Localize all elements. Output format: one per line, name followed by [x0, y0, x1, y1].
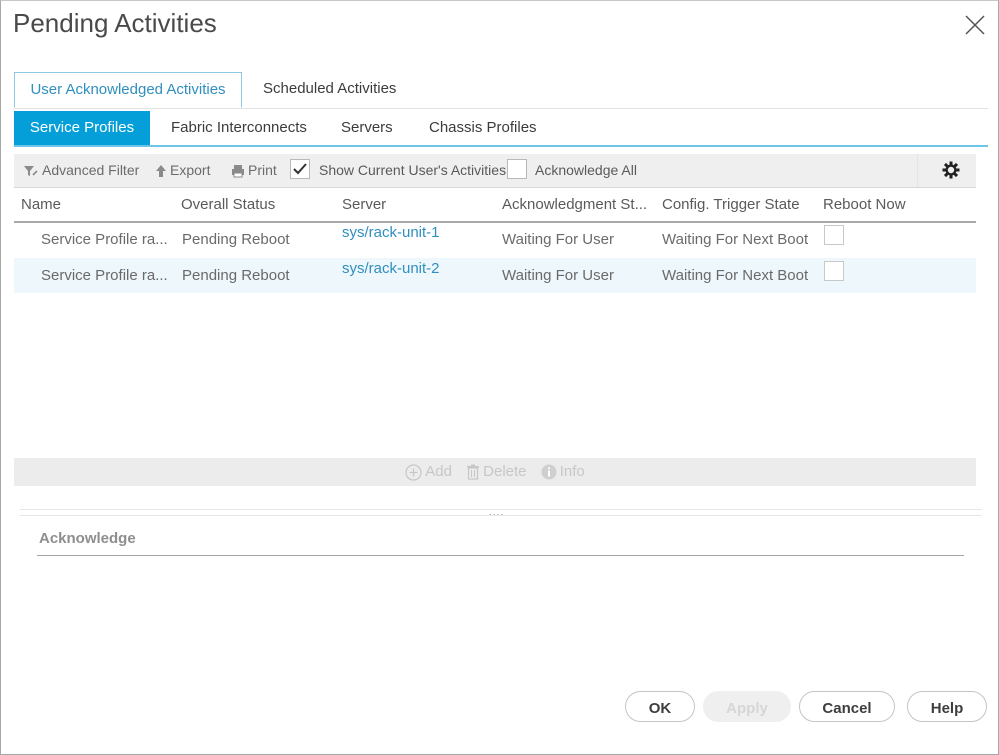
table-toolbar: Advanced Filter Export Print Show Curren…: [14, 154, 976, 188]
help-button[interactable]: Help: [907, 691, 987, 722]
column-header-config-trigger-state[interactable]: Config. Trigger State: [662, 188, 800, 221]
pending-activities-dialog: Pending Activities User Acknowledged Act…: [0, 0, 999, 755]
cell-name: Service Profile ra...: [41, 267, 168, 284]
column-header-acknowledgment-state[interactable]: Acknowledgment St...: [502, 188, 647, 221]
delete-label: Delete: [483, 463, 527, 480]
splitter-divider: [20, 515, 982, 516]
print-icon: [232, 165, 244, 178]
toolbar-divider: [917, 154, 918, 187]
column-header-reboot-now[interactable]: Reboot Now: [823, 188, 906, 221]
table-row[interactable]: Service Profile ra... Pending Reboot sys…: [14, 222, 976, 257]
column-header-name[interactable]: Name: [21, 188, 61, 221]
cancel-button[interactable]: Cancel: [799, 691, 895, 722]
advanced-filter-button[interactable]: Advanced Filter: [23, 154, 139, 187]
show-current-user-label: Show Current User's Activities: [319, 162, 507, 178]
cell-config-trigger: Waiting For Next Boot: [662, 267, 809, 284]
tab-chassis-profiles[interactable]: Chassis Profiles: [429, 111, 537, 145]
filter-icon: [24, 166, 38, 177]
outer-tab-bar: User Acknowledged Activities Scheduled A…: [14, 72, 988, 109]
print-label: Print: [248, 162, 277, 178]
acknowledge-section-label: Acknowledge: [39, 530, 136, 547]
acknowledge-all-checkbox[interactable]: [507, 159, 527, 179]
info-label: Info: [559, 463, 585, 480]
show-current-user-checkbox[interactable]: [290, 159, 310, 179]
acknowledge-all-label: Acknowledge All: [535, 162, 637, 178]
export-button[interactable]: Export: [155, 154, 210, 187]
table-row[interactable]: Service Profile ra... Pending Reboot sys…: [14, 258, 976, 293]
export-icon: [156, 165, 166, 178]
print-button[interactable]: Print: [231, 154, 277, 187]
info-button[interactable]: Info: [541, 458, 585, 486]
apply-button[interactable]: Apply: [703, 691, 791, 722]
tab-servers[interactable]: Servers: [341, 111, 393, 145]
info-icon: [541, 464, 557, 480]
close-button[interactable]: [963, 13, 987, 37]
add-button[interactable]: Add: [405, 458, 452, 486]
cell-overall-status: Pending Reboot: [182, 231, 290, 248]
cell-ack-state: Waiting For User: [502, 267, 614, 284]
tab-service-profiles[interactable]: Service Profiles: [14, 111, 150, 145]
cell-name: Service Profile ra...: [41, 231, 168, 248]
ok-button[interactable]: OK: [625, 691, 695, 722]
dialog-title: Pending Activities: [13, 8, 217, 38]
tab-scheduled-activities[interactable]: Scheduled Activities: [263, 72, 396, 107]
tab-user-acknowledged-activities[interactable]: User Acknowledged Activities: [14, 72, 242, 108]
cell-server-link[interactable]: sys/rack-unit-2: [342, 258, 440, 280]
inner-tab-bar: Service Profiles Fabric Interconnects Se…: [14, 111, 988, 147]
tab-fabric-interconnects[interactable]: Fabric Interconnects: [171, 111, 307, 145]
table-header: Name Overall Status Server Acknowledgmen…: [14, 188, 976, 223]
cell-overall-status: Pending Reboot: [182, 267, 290, 284]
cell-server-link[interactable]: sys/rack-unit-1: [342, 222, 440, 244]
cell-ack-state: Waiting For User: [502, 231, 614, 248]
splitter-grip-handle[interactable]: ....: [489, 507, 504, 518]
reboot-now-checkbox[interactable]: [824, 261, 844, 281]
column-header-server[interactable]: Server: [342, 188, 386, 221]
gear-icon: [942, 161, 960, 179]
trash-icon: [467, 464, 480, 480]
export-label: Export: [170, 162, 211, 178]
add-icon: [405, 463, 422, 481]
checkmark-icon: [293, 163, 307, 175]
add-label: Add: [425, 463, 452, 480]
table-action-bar: Add Delete Info: [14, 458, 976, 486]
advanced-filter-label: Advanced Filter: [42, 162, 140, 178]
table-settings-button[interactable]: [942, 161, 960, 184]
delete-button[interactable]: Delete: [466, 458, 527, 486]
reboot-now-checkbox[interactable]: [824, 225, 844, 245]
acknowledge-section-divider: [37, 555, 964, 556]
cell-config-trigger: Waiting For Next Boot: [662, 231, 809, 248]
close-icon: [965, 15, 985, 35]
column-header-overall-status[interactable]: Overall Status: [181, 188, 275, 221]
